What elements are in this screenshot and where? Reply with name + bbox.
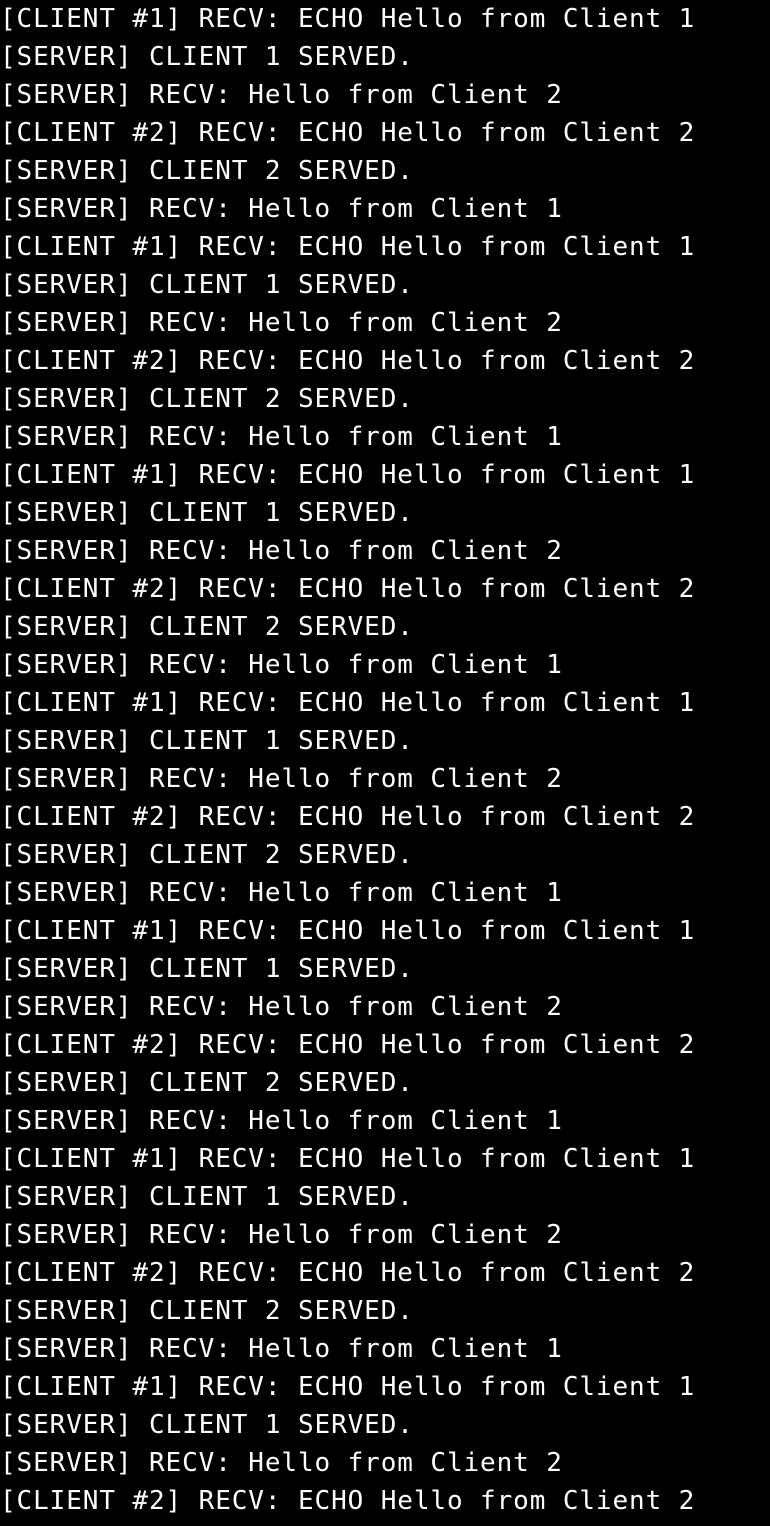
terminal-line: [CLIENT #2] RECV: ECHO Hello from Client… [0,1258,696,1288]
terminal-line: [SERVER] CLIENT 1 SERVED. [0,498,414,528]
terminal-line: [SERVER] RECV: Hello from Client 1 [0,194,563,224]
terminal-line: [SERVER] CLIENT 2 SERVED. [0,840,414,870]
terminal-line: [SERVER] RECV: Hello from Client 2 [0,1220,563,1250]
terminal-line: [CLIENT #2] RECV: ECHO Hello from Client… [0,346,696,376]
terminal-line: [CLIENT #2] RECV: ECHO Hello from Client… [0,1486,696,1516]
terminal-line: [CLIENT #2] RECV: ECHO Hello from Client… [0,802,696,832]
terminal-line: [SERVER] RECV: Hello from Client 1 [0,1334,563,1364]
terminal-line: [CLIENT #1] RECV: ECHO Hello from Client… [0,1144,696,1174]
terminal-line: [SERVER] RECV: Hello from Client 1 [0,422,563,452]
terminal-line: [SERVER] CLIENT 1 SERVED. [0,726,414,756]
terminal-line: [SERVER] CLIENT 1 SERVED. [0,1182,414,1212]
terminal-line: [CLIENT #2] RECV: ECHO Hello from Client… [0,574,696,604]
terminal-line: [CLIENT #1] RECV: ECHO Hello from Client… [0,460,696,490]
terminal-line: [CLIENT #1] RECV: ECHO Hello from Client… [0,4,696,34]
terminal-line: [SERVER] RECV: Hello from Client 1 [0,878,563,908]
terminal-line: [SERVER] RECV: Hello from Client 2 [0,308,563,338]
terminal-line: [SERVER] CLIENT 2 SERVED. [0,1068,414,1098]
terminal-line: [SERVER] CLIENT 2 SERVED. [0,612,414,642]
terminal-output[interactable]: [CLIENT #1] RECV: ECHO Hello from Client… [0,0,770,1526]
terminal-line: [CLIENT #2] RECV: ECHO Hello from Client… [0,118,696,148]
terminal-line: [SERVER] RECV: Hello from Client 2 [0,764,563,794]
terminal-line: [SERVER] RECV: Hello from Client 2 [0,1448,563,1478]
terminal-line: [SERVER] CLIENT 1 SERVED. [0,1410,414,1440]
terminal-line: [SERVER] RECV: Hello from Client 2 [0,536,563,566]
terminal-line: [SERVER] CLIENT 2 SERVED. [0,1296,414,1326]
terminal-line: [CLIENT #1] RECV: ECHO Hello from Client… [0,232,696,262]
terminal-line: [CLIENT #1] RECV: ECHO Hello from Client… [0,916,696,946]
terminal-line: [SERVER] CLIENT 2 SERVED. [0,384,414,414]
terminal-line: [SERVER] CLIENT 2 SERVED. [0,156,414,186]
terminal-line: [CLIENT #2] RECV: ECHO Hello from Client… [0,1030,696,1060]
terminal-line: [SERVER] RECV: Hello from Client 1 [0,650,563,680]
terminal-line: [CLIENT #1] RECV: ECHO Hello from Client… [0,1372,696,1402]
terminal-line: [SERVER] RECV: Hello from Client 2 [0,992,563,1022]
terminal-line: [SERVER] RECV: Hello from Client 1 [0,1106,563,1136]
terminal-line: [SERVER] CLIENT 1 SERVED. [0,42,414,72]
terminal-line: [SERVER] CLIENT 1 SERVED. [0,954,414,984]
terminal-line: [SERVER] CLIENT 1 SERVED. [0,270,414,300]
terminal-line: [CLIENT #1] RECV: ECHO Hello from Client… [0,688,696,718]
terminal-line: [SERVER] RECV: Hello from Client 2 [0,80,563,110]
